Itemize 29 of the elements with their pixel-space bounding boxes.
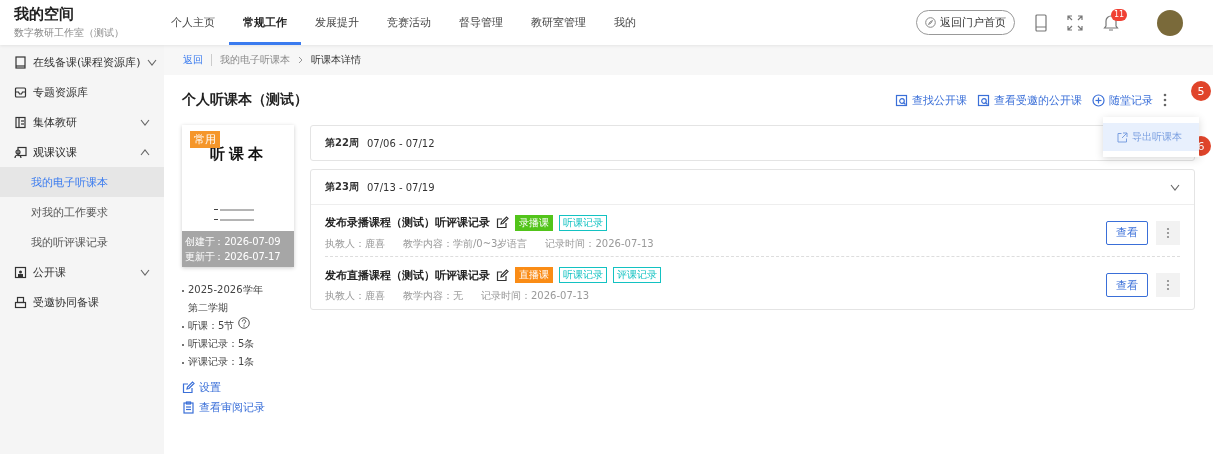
week-number: 第23周 [325, 180, 359, 194]
cover-title: 听课本 [208, 145, 268, 164]
page-title: 个人听课本（测试） [182, 91, 308, 109]
updated-date: 更新于：2026-07-17 [185, 250, 282, 264]
info-text: 听课：5节 [188, 319, 235, 333]
info-text: 听课记录：5条 [188, 337, 255, 351]
notification-badge: 11 [1111, 9, 1128, 21]
frequent-tag: 常用 [190, 131, 220, 148]
tag: 录播课 [515, 214, 553, 231]
info-text: 评课记录：1条 [188, 355, 255, 369]
teacher-text: 执教人：鹿喜 [325, 236, 385, 251]
week-range: 07/13 - 07/19 [366, 181, 435, 193]
content-text: 教学内容：学前/0~3岁语言 [403, 236, 528, 251]
tag: 直播课 [515, 267, 553, 283]
teacher-text: 执教人：鹿喜 [325, 289, 385, 303]
created-date: 创建于：2026-07-09 [185, 235, 282, 249]
info-text: 2025-2026学年第二学期 [188, 283, 264, 315]
tag: 听课记录 [559, 214, 607, 231]
app-subtitle: 数字教研工作室（测试） [14, 26, 125, 40]
app-title: 我的空间 [14, 5, 75, 24]
record-time: 记录时间：2026-07-13 [481, 289, 590, 303]
week-range: 07/06 - 07/12 [366, 137, 435, 149]
tag: 听课记录 [559, 267, 607, 283]
breadcrumb-item: 听课本详情 [311, 53, 361, 67]
step-marker: 5 [1191, 81, 1211, 101]
record-time: 记录时间：2026-07-13 [545, 236, 654, 251]
tag: 评课记录 [613, 267, 661, 283]
week-number: 第22周 [325, 136, 359, 150]
content-text: 教学内容：无 [403, 289, 463, 303]
